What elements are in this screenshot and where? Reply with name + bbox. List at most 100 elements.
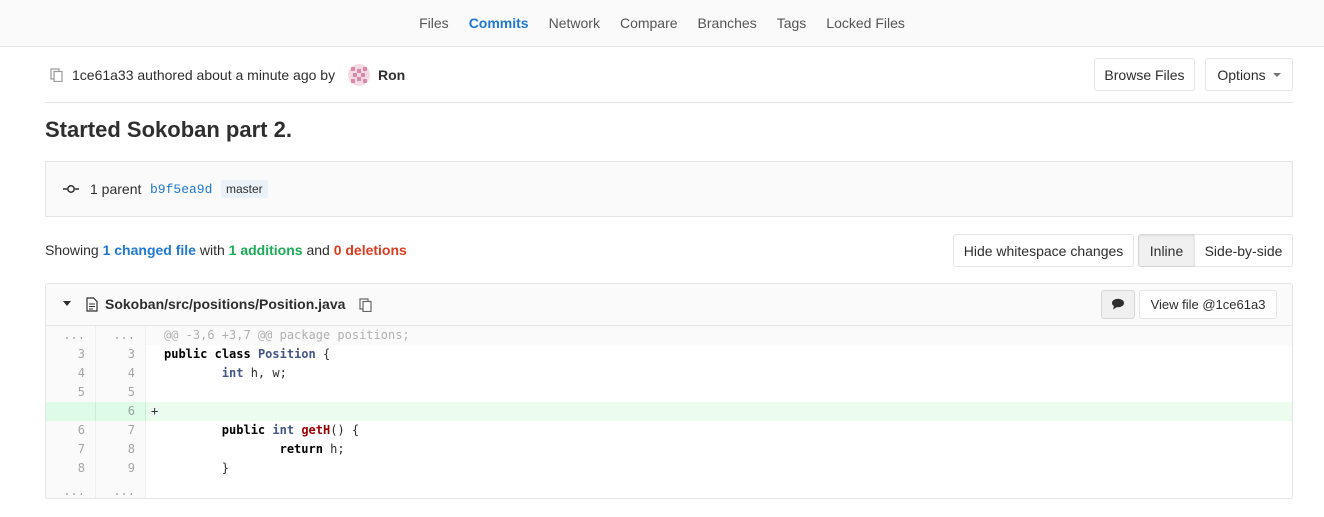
- hide-whitespace-button[interactable]: Hide whitespace changes: [953, 234, 1134, 267]
- diff-line: 44 int h, w;: [46, 364, 1292, 383]
- clipboard-icon[interactable]: [50, 68, 64, 83]
- new-line-number[interactable]: ...: [96, 478, 146, 498]
- caret-down-icon: [1272, 72, 1281, 77]
- toggle-comments-button[interactable]: [1101, 290, 1135, 319]
- browse-files-label: Browse Files: [1104, 66, 1185, 83]
- options-dropdown[interactable]: Options: [1205, 58, 1293, 91]
- nav-locked-files[interactable]: Locked Files: [826, 15, 905, 31]
- nav-tags[interactable]: Tags: [777, 15, 807, 31]
- new-line-number[interactable]: 5: [96, 383, 146, 402]
- new-line-number[interactable]: 4: [96, 364, 146, 383]
- inline-view-button[interactable]: Inline: [1138, 234, 1195, 267]
- line-content: return h;: [146, 440, 1292, 459]
- additions-count: 1 additions: [228, 242, 303, 258]
- nav-network[interactable]: Network: [549, 15, 600, 31]
- diff-line: 89 }: [46, 459, 1292, 478]
- line-content: int h, w;: [146, 364, 1292, 383]
- diff-line: 55: [46, 383, 1292, 402]
- old-line-number[interactable]: 3: [46, 345, 96, 364]
- commit-node-icon: [63, 181, 79, 197]
- line-content: public class Position {: [146, 345, 1292, 364]
- code-token: {: [315, 347, 331, 361]
- new-line-number[interactable]: 9: [96, 459, 146, 478]
- new-line-number[interactable]: 7: [96, 421, 146, 440]
- old-line-number[interactable]: 6: [46, 421, 96, 440]
- hide-whitespace-label: Hide whitespace changes: [963, 242, 1124, 259]
- old-line-number[interactable]: [46, 402, 96, 421]
- diff-line: 3 3 public class Position {: [46, 345, 1292, 364]
- diff-line-added: 6 +: [46, 402, 1292, 421]
- view-file-button[interactable]: View file @1ce61a3: [1139, 290, 1277, 319]
- speech-bubble-icon: [1111, 297, 1125, 313]
- new-line-number[interactable]: 3: [96, 345, 146, 364]
- code-token: int: [221, 366, 244, 380]
- commit-meta: 1ce61a33 authored about a minute ago by: [72, 67, 336, 83]
- branch-label[interactable]: master: [221, 180, 268, 198]
- file-path[interactable]: Sokoban/src/positions/Position.java: [105, 296, 345, 312]
- author-link[interactable]: Ron: [378, 67, 405, 83]
- line-content: @@ -3,6 +3,7 @@ package positions;: [146, 326, 1292, 345]
- commit-header: 1ce61a33 authored about a minute ago by …: [45, 58, 1293, 103]
- nav-commits[interactable]: Commits: [469, 15, 529, 31]
- diff-line: 67 public int getH() {: [46, 421, 1292, 440]
- nav-compare[interactable]: Compare: [620, 15, 678, 31]
- old-line-number[interactable]: ...: [46, 326, 96, 345]
- parent-count: 1 parent: [90, 181, 142, 197]
- nav-files[interactable]: Files: [419, 15, 449, 31]
- project-subnav: Files Commits Network Compare Branches T…: [0, 0, 1324, 47]
- new-line-number[interactable]: ...: [96, 326, 146, 345]
- changed-files-link[interactable]: 1 changed file: [103, 242, 196, 258]
- diff-table: ...... @@ -3,6 +3,7 @@ package positions;…: [46, 326, 1292, 498]
- old-line-number[interactable]: 7: [46, 440, 96, 459]
- old-line-number[interactable]: 5: [46, 383, 96, 402]
- code-token: h;: [322, 442, 345, 456]
- collapse-toggle-icon[interactable]: [63, 301, 71, 306]
- commit-title: Started Sokoban part 2.: [45, 117, 292, 142]
- browse-files-button[interactable]: Browse Files: [1094, 58, 1195, 91]
- code-token: +: [151, 404, 159, 418]
- diff-stats: Showing 1 changed file with 1 additions …: [45, 242, 407, 258]
- diff-line: 78 return h;: [46, 440, 1292, 459]
- copy-path-icon[interactable]: [359, 298, 373, 313]
- inline-label: Inline: [1149, 242, 1184, 259]
- line-content: [146, 478, 1292, 497]
- code-token: return: [279, 442, 323, 456]
- line-content: }: [146, 459, 1292, 478]
- old-line-number[interactable]: 4: [46, 364, 96, 383]
- options-label: Options: [1217, 66, 1266, 83]
- code-token: () {: [330, 423, 360, 437]
- line-content: [146, 383, 1292, 402]
- line-content: +: [146, 402, 1292, 421]
- side-by-side-button[interactable]: Side-by-side: [1194, 234, 1293, 267]
- stats-with: with: [199, 242, 225, 258]
- new-line-number[interactable]: 6: [96, 402, 146, 421]
- code-token: h, w;: [243, 366, 287, 380]
- diff-line: ......: [46, 478, 1292, 498]
- parent-sha-link[interactable]: b9f5ea9d: [150, 182, 212, 197]
- side-by-side-label: Side-by-side: [1204, 242, 1283, 259]
- old-line-number[interactable]: ...: [46, 478, 96, 498]
- deletions-count: 0 deletions: [333, 242, 407, 258]
- stats-showing: Showing: [45, 242, 99, 258]
- avatar[interactable]: [348, 64, 370, 86]
- code-token: getH: [301, 423, 331, 437]
- code-token: Position: [257, 347, 316, 361]
- line-content: public int getH() {: [146, 421, 1292, 440]
- file-text-icon: [86, 297, 98, 312]
- file-diff: Sokoban/src/positions/Position.java View…: [45, 283, 1293, 499]
- old-line-number[interactable]: 8: [46, 459, 96, 478]
- code-token: }: [164, 461, 230, 475]
- nav-branches[interactable]: Branches: [698, 15, 757, 31]
- new-line-number[interactable]: 8: [96, 440, 146, 459]
- code-token: public: [221, 423, 266, 437]
- file-header: Sokoban/src/positions/Position.java View…: [46, 284, 1292, 326]
- commit-info-box: 1 parent b9f5ea9d master: [45, 161, 1293, 217]
- stats-and: and: [306, 242, 330, 258]
- code-token: public: [164, 347, 208, 361]
- code-token: int: [272, 423, 295, 437]
